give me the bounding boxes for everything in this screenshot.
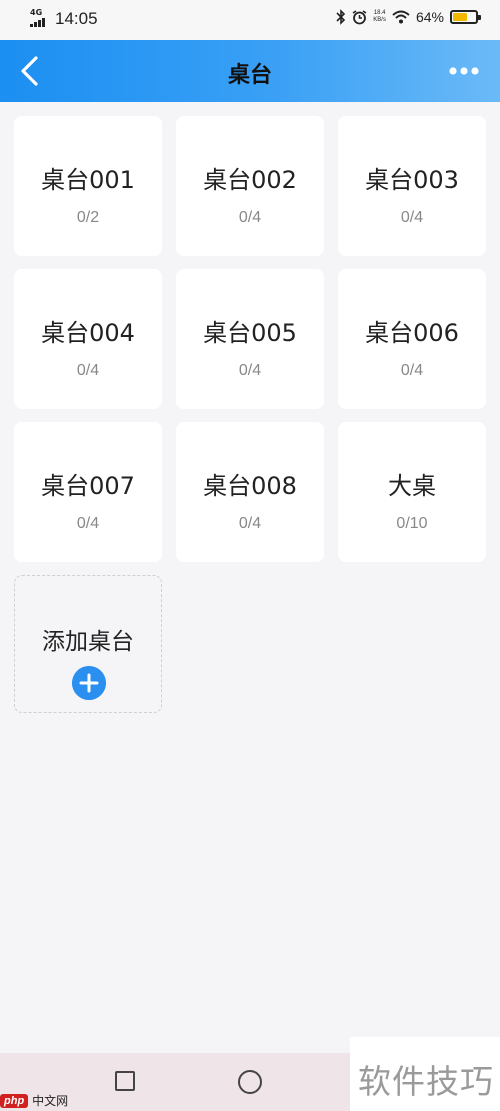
status-icons: 18.4 KB/s 64%	[336, 9, 481, 25]
table-card[interactable]: 桌台005 0/4	[176, 269, 324, 409]
table-name: 桌台001	[41, 166, 135, 194]
table-seats: 0/4	[400, 209, 424, 226]
add-table-button[interactable]: 添加桌台	[14, 575, 162, 713]
table-card[interactable]: 大桌 0/10	[338, 422, 486, 562]
alarm-icon	[352, 9, 367, 24]
table-seats: 0/2	[76, 209, 100, 226]
table-name: 桌台003	[365, 166, 459, 194]
table-name: 桌台008	[203, 472, 297, 500]
recent-apps-icon[interactable]	[115, 1071, 135, 1091]
table-seats: 0/10	[396, 515, 428, 532]
php-site-text: 中文网	[32, 1094, 69, 1108]
network-type: 4G	[30, 8, 43, 17]
wifi-icon	[392, 10, 410, 24]
table-seats: 0/4	[238, 362, 262, 379]
watermark-php: php 中文网	[0, 1092, 68, 1109]
battery-fill	[453, 13, 468, 21]
header: 桌台	[0, 40, 500, 102]
table-card[interactable]: 桌台004 0/4	[14, 269, 162, 409]
table-seats: 0/4	[238, 515, 262, 532]
table-seats: 0/4	[76, 362, 100, 379]
battery-percent: 64%	[415, 9, 444, 25]
table-name: 桌台006	[365, 319, 459, 347]
table-name: 大桌	[388, 472, 436, 500]
table-seats: 0/4	[238, 209, 262, 226]
bluetooth-icon	[336, 9, 346, 25]
table-card[interactable]: 桌台006 0/4	[338, 269, 486, 409]
net-speed-unit: KB/s	[373, 17, 386, 23]
table-grid: 桌台001 0/2 桌台002 0/4 桌台003 0/4 桌台004 0/4 …	[14, 116, 486, 562]
table-name: 桌台002	[203, 166, 297, 194]
php-logo: php	[0, 1093, 29, 1108]
plus-icon[interactable]	[72, 666, 106, 700]
net-speed: 18.4 KB/s	[373, 10, 386, 24]
table-name: 桌台007	[41, 472, 135, 500]
watermark-text: 软件技巧	[358, 1062, 494, 1101]
table-seats: 0/4	[76, 515, 100, 532]
table-card[interactable]: 桌台007 0/4	[14, 422, 162, 562]
more-options-icon[interactable]	[448, 63, 480, 79]
home-icon[interactable]	[238, 1070, 262, 1094]
table-card[interactable]: 桌台002 0/4	[176, 116, 324, 256]
clock: 14:05	[55, 9, 98, 28]
watermark-tips: 软件技巧	[350, 1037, 500, 1111]
net-speed-value: 18.4	[373, 10, 386, 16]
table-name: 桌台004	[41, 319, 135, 347]
table-card[interactable]: 桌台008 0/4	[176, 422, 324, 562]
add-table-label: 添加桌台	[42, 629, 134, 655]
page-title: 桌台	[227, 63, 272, 88]
table-card[interactable]: 桌台003 0/4	[338, 116, 486, 256]
table-name: 桌台005	[203, 319, 297, 347]
battery-icon	[450, 10, 481, 24]
table-seats: 0/4	[400, 362, 424, 379]
table-card[interactable]: 桌台001 0/2	[14, 116, 162, 256]
signal-icon	[30, 18, 45, 27]
status-bar: 4G 14:05 18.4 KB/s 64%	[0, 0, 500, 40]
